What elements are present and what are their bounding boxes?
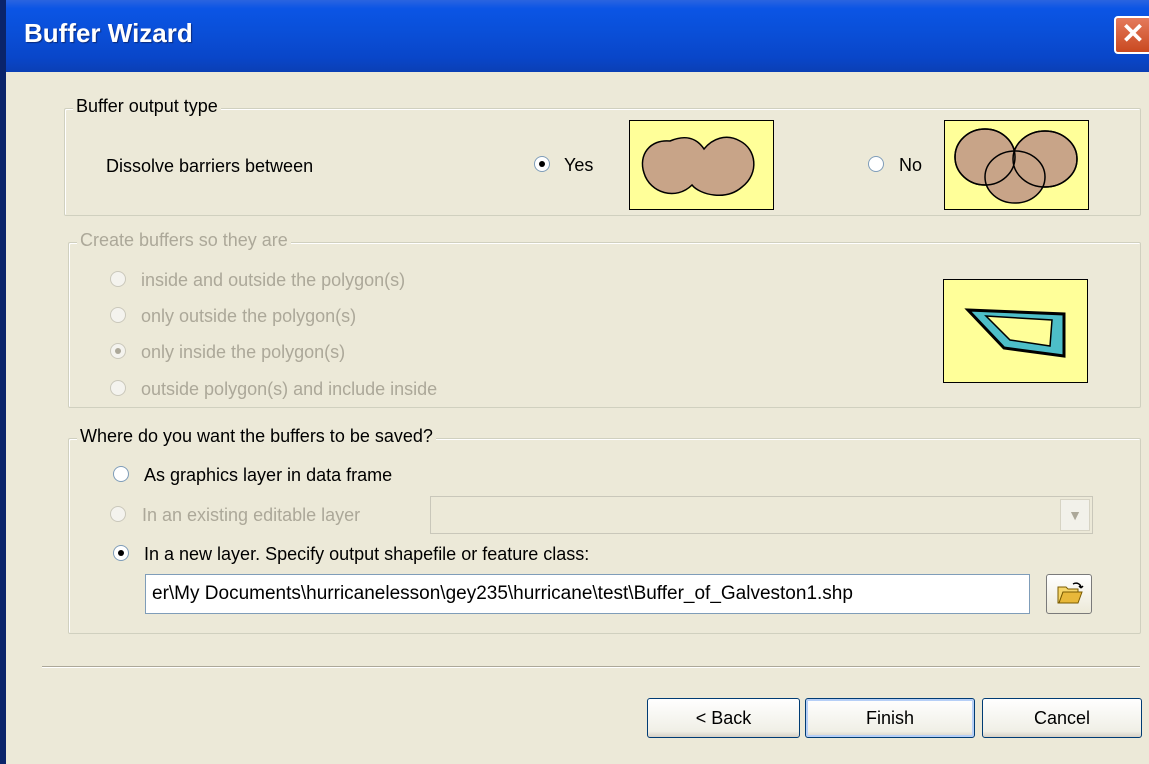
output-path-value: er\My Documents\hurricanelesson\gey235\h…	[152, 583, 853, 604]
output-type-legend: Buffer output type	[73, 96, 221, 117]
window-title: Buffer Wizard	[24, 18, 193, 48]
title-bar[interactable]: Buffer Wizard ✕	[6, 0, 1149, 72]
save-location-legend: Where do you want the buffers to be save…	[77, 426, 436, 447]
graphics-layer-radio[interactable]	[113, 466, 129, 482]
dropdown-arrow-icon[interactable]: ▼	[1060, 499, 1090, 531]
graphics-layer-label[interactable]: As graphics layer in data frame	[144, 465, 392, 486]
existing-layer-combo[interactable]: ▼	[430, 496, 1093, 534]
dissolve-no-label[interactable]: No	[899, 155, 922, 176]
cancel-button[interactable]: Cancel	[982, 698, 1142, 738]
overlapping-buffers-preview	[944, 120, 1089, 210]
outside-include-inside-radio[interactable]	[110, 380, 126, 396]
only-inside-radio[interactable]	[110, 343, 126, 359]
polygon-buffer-illustration	[964, 308, 1066, 358]
create-buffers-legend: Create buffers so they are	[77, 230, 291, 251]
button-separator	[42, 666, 1140, 668]
overlapping-buffers-illustration	[954, 128, 1078, 204]
only-outside-radio[interactable]	[110, 307, 126, 323]
buffer-wizard-window: Buffer Wizard ✕ Buffer output type Disso…	[0, 0, 1149, 764]
output-path-input[interactable]: er\My Documents\hurricanelesson\gey235\h…	[145, 574, 1030, 614]
dissolve-yes-radio[interactable]	[534, 156, 550, 172]
outside-include-inside-label[interactable]: outside polygon(s) and include inside	[141, 379, 437, 400]
open-folder-icon	[1057, 582, 1084, 604]
back-button[interactable]: < Back	[647, 698, 800, 738]
browse-button[interactable]	[1046, 574, 1092, 614]
new-layer-label[interactable]: In a new layer. Specify output shapefile…	[144, 544, 589, 565]
existing-layer-label[interactable]: In an existing editable layer	[142, 505, 360, 526]
existing-layer-radio[interactable]	[110, 506, 126, 522]
dissolved-buffer-illustration	[641, 136, 755, 196]
dissolve-no-radio[interactable]	[868, 156, 884, 172]
dissolve-label: Dissolve barriers between	[106, 156, 314, 176]
only-outside-label[interactable]: only outside the polygon(s)	[141, 306, 356, 327]
only-inside-label[interactable]: only inside the polygon(s)	[141, 342, 345, 363]
dissolve-yes-label[interactable]: Yes	[564, 155, 593, 176]
dissolved-buffer-preview	[629, 120, 774, 210]
polygon-buffer-preview	[943, 279, 1088, 383]
dialog-body: Buffer output type Dissolve barriers bet…	[6, 72, 1149, 764]
finish-button[interactable]: Finish	[805, 698, 975, 738]
inside-outside-radio[interactable]	[110, 271, 126, 287]
new-layer-radio[interactable]	[113, 545, 129, 561]
close-button[interactable]: ✕	[1114, 16, 1149, 54]
inside-outside-label[interactable]: inside and outside the polygon(s)	[141, 270, 405, 291]
close-icon: ✕	[1121, 18, 1145, 49]
